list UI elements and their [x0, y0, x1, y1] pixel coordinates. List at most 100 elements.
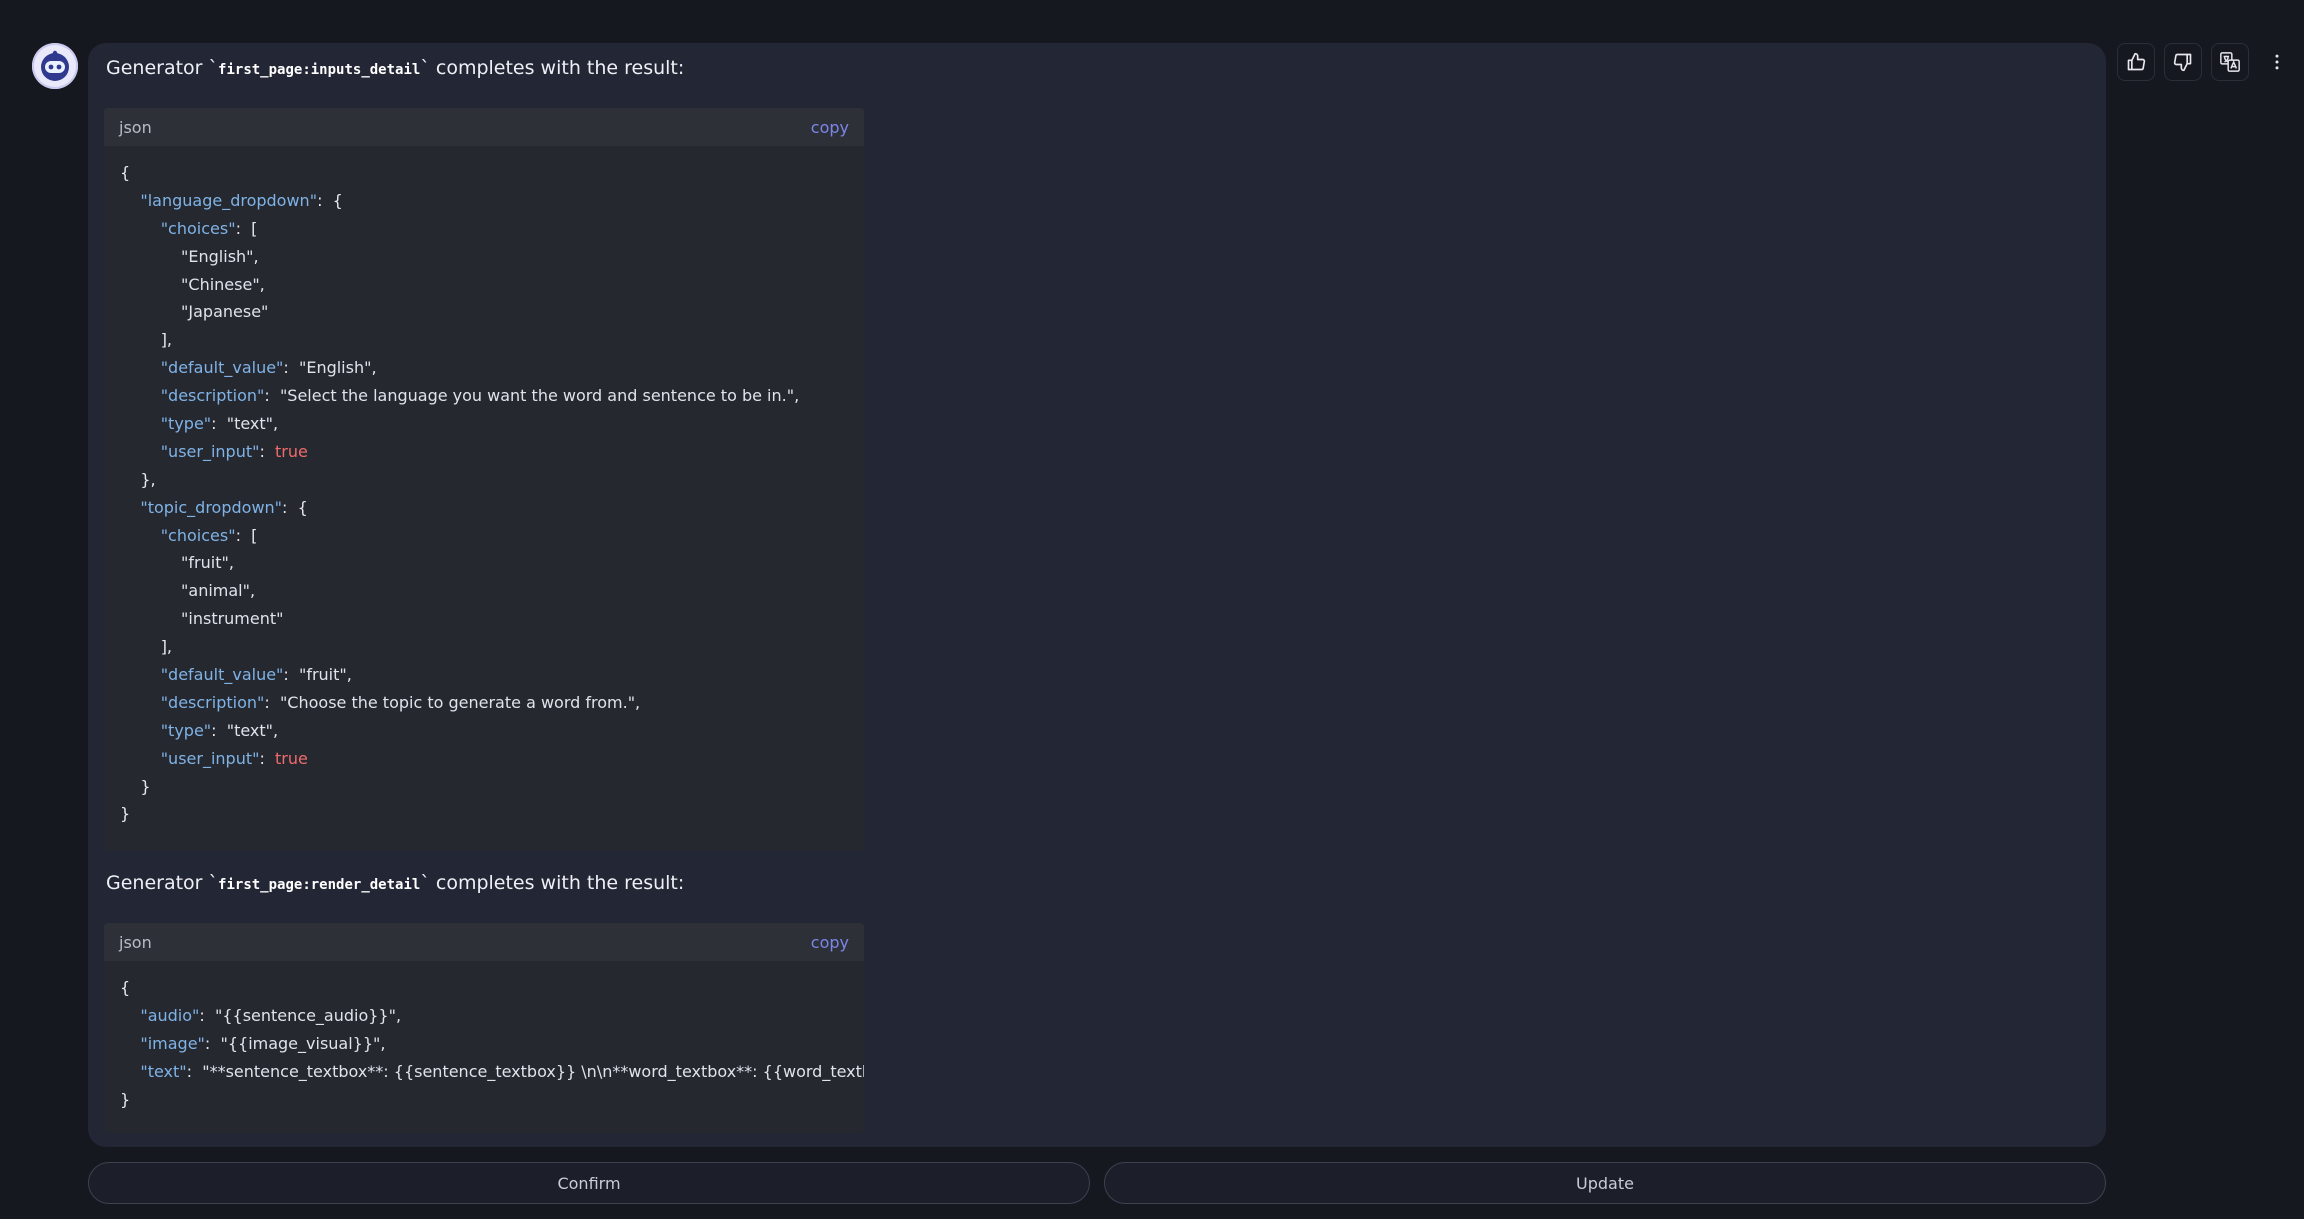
- json-key: "default_value": [160, 665, 284, 685]
- json-punctuation: :: [211, 720, 227, 740]
- json-key: "default_value": [160, 358, 284, 378]
- translate-button[interactable]: [2211, 43, 2249, 81]
- generator-result-heading: Generator `first_page:inputs_detail` com…: [106, 57, 684, 79]
- top-bar: [0, 0, 2304, 40]
- json-punctuation: [120, 581, 181, 600]
- json-string: "**sentence_textbox**: {{sentence_textbo…: [202, 1061, 864, 1081]
- json-punctuation: [120, 219, 161, 238]
- json-punctuation: ],: [120, 330, 173, 350]
- generator-result-heading: Generator `first_page:render_detail` com…: [106, 872, 684, 894]
- json-punctuation: :: [264, 692, 280, 712]
- code-line: }: [120, 1086, 848, 1114]
- thumbs-up-button[interactable]: [2117, 43, 2155, 81]
- thumbs-down-button[interactable]: [2164, 43, 2202, 81]
- json-punctuation: ,: [346, 665, 352, 685]
- heading-suffix: ` completes with the result:: [420, 872, 685, 894]
- code-line: ],: [120, 633, 848, 661]
- update-button[interactable]: Update: [1104, 1162, 2106, 1204]
- bot-avatar: [32, 43, 78, 89]
- copy-button[interactable]: copy: [811, 933, 849, 952]
- copy-button[interactable]: copy: [811, 118, 849, 137]
- json-key: "text": [140, 1061, 187, 1081]
- json-punctuation: ,: [794, 386, 800, 406]
- json-punctuation: ,: [273, 414, 279, 434]
- json-string: "Select the language you want the word a…: [279, 386, 795, 406]
- json-key: "choices": [160, 525, 236, 545]
- more-vertical-icon: [2275, 54, 2279, 70]
- code-content: { "audio": "{{sentence_audio}}", "image"…: [104, 961, 864, 1113]
- json-punctuation: ,: [635, 692, 641, 712]
- json-punctuation: :: [186, 1061, 203, 1081]
- code-line: "image": "{{image_visual}}",: [120, 1030, 848, 1058]
- code-language-label: json: [119, 117, 152, 137]
- code-line: {: [120, 974, 848, 1002]
- code-line: },: [120, 466, 848, 494]
- code-line: "choices": [: [120, 522, 848, 550]
- json-boolean: true: [275, 748, 308, 768]
- json-punctuation: [120, 275, 181, 294]
- more-options-button[interactable]: [2258, 43, 2296, 81]
- json-string: "Chinese": [181, 274, 260, 294]
- json-string: "English": [298, 358, 372, 378]
- json-punctuation: [120, 1006, 140, 1025]
- code-line: "user_input": true: [120, 438, 848, 466]
- json-punctuation: [120, 1062, 140, 1081]
- translate-icon: [2220, 52, 2240, 72]
- confirm-button[interactable]: Confirm: [88, 1162, 1090, 1204]
- json-punctuation: }: [120, 1089, 131, 1109]
- json-string: "Japanese": [181, 302, 269, 322]
- json-punctuation: ,: [371, 358, 377, 378]
- json-key: "language_dropdown": [140, 190, 318, 210]
- code-line: "user_input": true: [120, 745, 848, 773]
- code-line: "type": "text",: [120, 717, 848, 745]
- json-punctuation: }: [120, 804, 131, 824]
- json-punctuation: : {: [317, 190, 343, 210]
- generator-name: first_page:inputs_detail: [218, 62, 421, 78]
- code-line: "description": "Select the language you …: [120, 382, 848, 410]
- json-key: "choices": [160, 218, 236, 238]
- json-punctuation: :: [259, 748, 276, 768]
- robot-icon: [41, 50, 69, 81]
- code-block-render-detail: json copy { "audio": "{{sentence_audio}}…: [104, 923, 864, 1133]
- json-punctuation: ,: [259, 274, 265, 294]
- json-punctuation: : [: [235, 218, 258, 238]
- json-key: "type": [160, 414, 212, 434]
- json-string: "English": [181, 246, 254, 266]
- code-line: "choices": [: [120, 215, 848, 243]
- code-line: "instrument": [120, 605, 848, 633]
- json-string: "instrument": [181, 609, 284, 629]
- json-string: "{{sentence_audio}}": [214, 1005, 396, 1025]
- json-punctuation: ,: [273, 720, 279, 740]
- heading-prefix: Generator `: [106, 57, 219, 79]
- code-line: "audio": "{{sentence_audio}}",: [120, 1002, 848, 1030]
- json-key: "description": [160, 386, 265, 406]
- json-punctuation: :: [259, 441, 276, 461]
- json-string: "text": [226, 414, 274, 434]
- json-punctuation: [120, 693, 161, 712]
- json-string: "animal": [181, 581, 250, 601]
- json-punctuation: },: [120, 469, 156, 489]
- json-punctuation: ,: [395, 1005, 402, 1025]
- code-line: "English",: [120, 243, 848, 271]
- json-punctuation: [120, 526, 161, 545]
- code-line: "Japanese": [120, 298, 848, 326]
- json-string: "text": [226, 720, 274, 740]
- json-punctuation: [120, 302, 181, 321]
- json-key: "topic_dropdown": [140, 497, 283, 517]
- json-punctuation: [120, 442, 161, 461]
- json-boolean: true: [275, 441, 308, 461]
- code-content: { "language_dropdown": { "choices": [ "E…: [104, 146, 864, 828]
- code-line: }: [120, 773, 848, 801]
- json-punctuation: ,: [249, 581, 256, 601]
- heading-suffix: ` completes with the result:: [420, 57, 685, 79]
- assistant-message-card: Generator `first_page:inputs_detail` com…: [88, 43, 2106, 1147]
- json-punctuation: [120, 498, 140, 517]
- json-punctuation: }: [120, 776, 151, 796]
- json-punctuation: [120, 191, 140, 210]
- json-string: "{{image_visual}}": [220, 1033, 381, 1053]
- generator-name: first_page:render_detail: [218, 877, 421, 893]
- json-punctuation: [120, 721, 161, 740]
- json-punctuation: :: [211, 414, 227, 434]
- code-line: "animal",: [120, 577, 848, 605]
- code-language-label: json: [119, 932, 152, 952]
